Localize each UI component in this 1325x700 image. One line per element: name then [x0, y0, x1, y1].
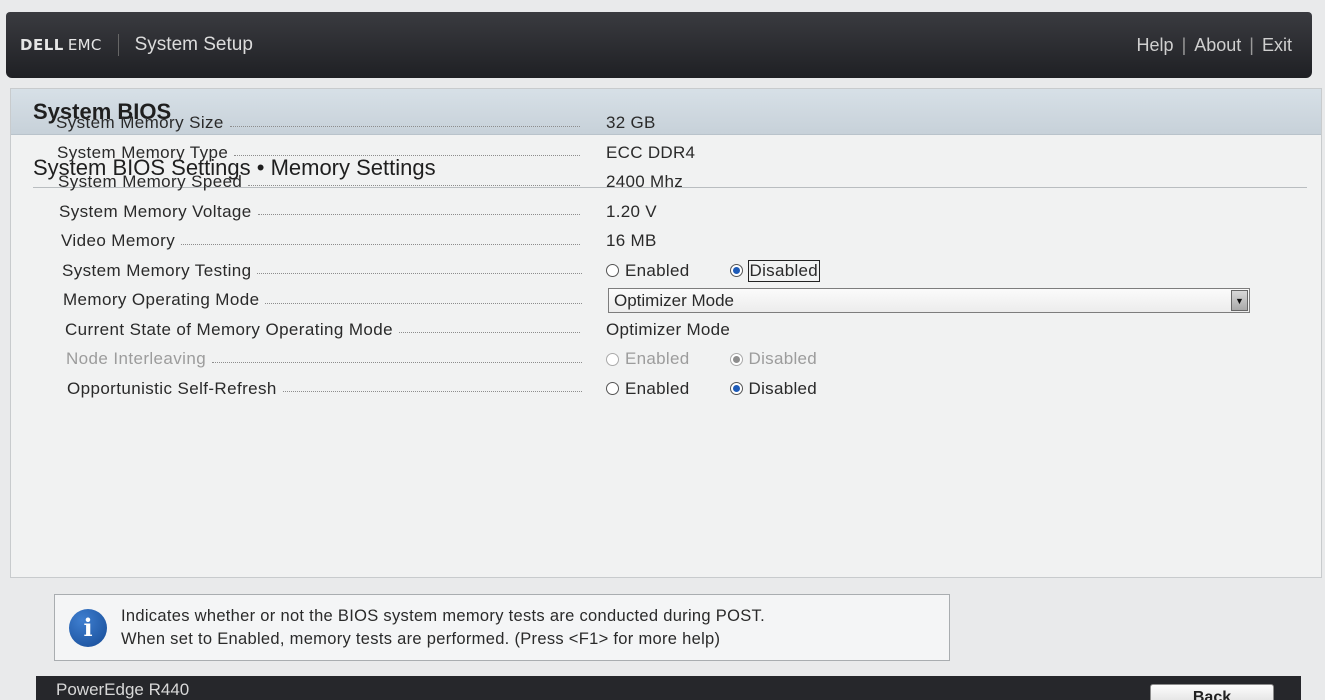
leader-dots — [229, 125, 580, 127]
radio-circle — [606, 352, 619, 366]
leader-dots — [248, 184, 580, 186]
help-line-2: When set to Enabled, memory tests are pe… — [121, 629, 721, 648]
setting-label: Video Memory — [61, 231, 176, 250]
help-line-1: Indicates whether or not the BIOS system… — [121, 606, 765, 625]
self-refresh-disabled-radio[interactable]: Disabled — [729, 378, 818, 399]
radio-circle — [606, 264, 619, 277]
setting-row-self-refresh: Opportunistic Self-Refresh Enabled Disab… — [44, 376, 1254, 406]
setting-row-node-interleaving: Node Interleaving Enabled Disabled — [44, 346, 1254, 376]
radio-circle-selected — [729, 382, 743, 395]
setting-row-operating-mode: Memory Operating Mode Optimizer Mode ▼ — [44, 287, 1254, 317]
brand-name: DELL — [20, 36, 64, 54]
radio-circle-selected — [729, 264, 743, 277]
setting-label: System Memory Size — [56, 113, 224, 132]
memory-size-value: 32 GB — [606, 113, 656, 132]
option-label: Enabled — [625, 378, 690, 398]
operating-mode-select[interactable]: Optimizer Mode ▼ — [608, 288, 1250, 313]
leader-dots — [257, 214, 580, 215]
leader-dots — [282, 391, 582, 392]
setting-row-video-memory: Video Memory 16 MB — [44, 228, 1254, 258]
top-bar: DELL EMC System Setup Help | About | Exi… — [6, 12, 1312, 78]
footer-bar: PowerEdge R440 — [36, 676, 1301, 700]
setting-row-memory-type: System Memory Type ECC DDR4 — [44, 140, 1254, 170]
memory-testing-disabled-radio[interactable]: Disabled — [729, 259, 821, 282]
app-title: System Setup — [134, 34, 253, 55]
back-button[interactable]: Back — [1150, 684, 1274, 700]
radio-circle-selected — [729, 352, 743, 366]
link-separator: | — [1249, 34, 1254, 55]
dell-emc-logo: DELL EMC — [20, 36, 102, 54]
select-value: Optimizer Mode — [614, 290, 734, 310]
option-label: Enabled — [625, 349, 690, 368]
brand-suffix: EMC — [67, 36, 102, 54]
setting-row-current-mode: Current State of Memory Operating Mode O… — [44, 317, 1254, 347]
exit-link[interactable]: Exit — [1262, 35, 1292, 56]
leader-dots — [257, 273, 582, 274]
setting-label: Current State of Memory Operating Mode — [65, 319, 393, 339]
node-interleaving-radio-group: Enabled Disabled — [606, 349, 817, 369]
memory-voltage-value: 1.20 V — [606, 201, 657, 221]
dropdown-arrow-icon[interactable]: ▼ — [1231, 290, 1248, 311]
setting-label: System Memory Voltage — [59, 201, 252, 221]
leader-dots — [234, 155, 580, 156]
setting-row-memory-speed: System Memory Speed 2400 Mhz — [44, 169, 1254, 199]
setting-row-memory-size: System Memory Size 32 GB — [44, 110, 1254, 140]
option-label: Disabled — [747, 259, 821, 282]
link-separator: | — [1181, 34, 1187, 55]
setting-row-memory-voltage: System Memory Voltage 1.20 V — [44, 199, 1254, 229]
self-refresh-enabled-radio[interactable]: Enabled — [606, 379, 690, 399]
logo-divider — [117, 34, 119, 56]
setting-label: Memory Operating Mode — [63, 290, 260, 309]
video-memory-value: 16 MB — [606, 231, 657, 250]
setting-label: Node Interleaving — [66, 349, 207, 368]
option-label: Disabled — [748, 378, 818, 398]
info-icon: i — [69, 608, 107, 647]
setting-label: Opportunistic Self-Refresh — [67, 378, 277, 398]
radio-circle — [606, 382, 619, 395]
setting-label: System Memory Testing — [62, 260, 252, 280]
memory-speed-value: 2400 Mhz — [606, 172, 684, 191]
help-panel: i Indicates whether or not the BIOS syst… — [54, 594, 950, 661]
setting-row-memory-testing: System Memory Testing Enabled Disabled — [44, 258, 1254, 288]
node-interleaving-enabled-radio: Enabled — [606, 349, 690, 369]
leader-dots — [398, 332, 580, 333]
option-label: Disabled — [748, 349, 818, 368]
model-name: PowerEdge R440 — [56, 680, 190, 699]
leader-dots — [265, 302, 582, 304]
help-link[interactable]: Help — [1137, 35, 1174, 56]
about-link[interactable]: About — [1194, 35, 1241, 56]
leader-dots — [212, 361, 582, 363]
option-label: Enabled — [625, 260, 690, 280]
memory-testing-enabled-radio[interactable]: Enabled — [606, 261, 690, 281]
settings-list: System Memory Size 32 GB System Memory T… — [44, 110, 1254, 405]
memory-testing-radio-group: Enabled Disabled — [606, 259, 821, 282]
current-mode-value: Optimizer Mode — [606, 319, 731, 339]
node-interleaving-disabled-radio: Disabled — [729, 349, 818, 369]
memory-type-value: ECC DDR4 — [606, 142, 696, 162]
setting-label: System Memory Speed — [58, 172, 243, 191]
self-refresh-radio-group: Enabled Disabled — [606, 379, 817, 399]
top-links: Help | About | Exit — [1137, 35, 1292, 56]
setting-label: System Memory Type — [57, 142, 229, 162]
help-text: Indicates whether or not the BIOS system… — [121, 605, 765, 651]
leader-dots — [181, 243, 580, 245]
